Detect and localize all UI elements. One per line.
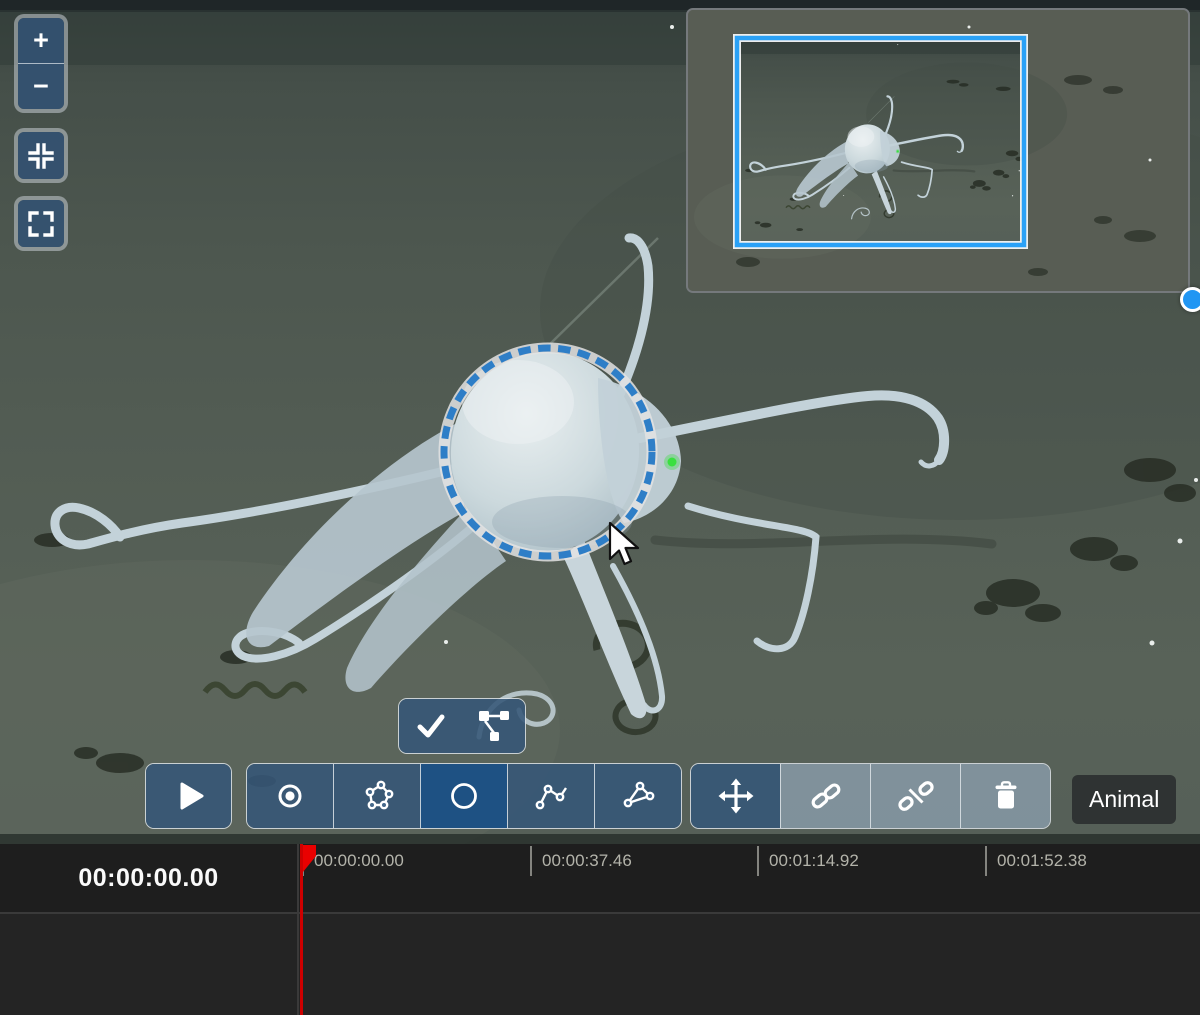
triangle-nodes-icon bbox=[618, 776, 658, 816]
track-annotation-button[interactable] bbox=[462, 699, 525, 753]
edit-action-group bbox=[690, 763, 1051, 829]
ruler-tick bbox=[757, 846, 759, 876]
polygon-tool-button[interactable] bbox=[333, 764, 420, 828]
circle-icon bbox=[444, 776, 484, 816]
play-icon bbox=[169, 776, 209, 816]
annotation-confirm-popup bbox=[398, 698, 526, 754]
ruler-tick bbox=[530, 846, 532, 876]
ruler-tick bbox=[985, 846, 987, 876]
delete-button[interactable] bbox=[960, 764, 1050, 828]
play-control bbox=[145, 763, 232, 829]
circle-tool-button[interactable] bbox=[420, 764, 507, 828]
fullscreen-control bbox=[14, 196, 68, 251]
link-icon bbox=[806, 776, 846, 816]
move-button[interactable] bbox=[691, 764, 780, 828]
tick-label: 00:00:00.00 bbox=[314, 851, 404, 871]
expand-button[interactable] bbox=[18, 200, 64, 247]
playhead-flag-icon bbox=[303, 845, 319, 873]
ruler-divider bbox=[0, 912, 1200, 914]
move-arrows-icon bbox=[716, 776, 756, 816]
zoom-in-button[interactable]: + bbox=[18, 18, 64, 63]
closed-polyline-tool-button[interactable] bbox=[594, 764, 681, 828]
check-icon bbox=[411, 706, 451, 746]
polygon-icon bbox=[357, 776, 397, 816]
tick-label: 00:01:52.38 bbox=[997, 851, 1087, 871]
timeline: 00:00:00.00 00:00:00.00 00:00:37.46 00:0… bbox=[0, 844, 1200, 1015]
minimap[interactable] bbox=[686, 8, 1190, 293]
track-nodes-icon bbox=[474, 706, 514, 746]
timeline-tracks[interactable] bbox=[0, 914, 1200, 1015]
fit-view-control bbox=[14, 128, 68, 183]
trash-icon bbox=[986, 776, 1026, 816]
dot-circle-icon bbox=[270, 776, 310, 816]
panel-divider bbox=[297, 844, 299, 1015]
current-time: 00:00:00.00 bbox=[78, 864, 218, 893]
polyline-tool-button[interactable] bbox=[507, 764, 594, 828]
compress-button[interactable] bbox=[18, 132, 64, 179]
video-canvas[interactable]: + − bbox=[0, 0, 1200, 844]
video-annotation-app: + − bbox=[0, 0, 1200, 1015]
polyline-icon bbox=[531, 776, 571, 816]
unlink-icon bbox=[896, 776, 936, 816]
play-button[interactable] bbox=[146, 764, 231, 828]
zoom-out-button[interactable]: − bbox=[18, 63, 64, 109]
tick-label: 00:01:14.92 bbox=[769, 851, 859, 871]
current-time-panel: 00:00:00.00 bbox=[0, 844, 297, 912]
zoom-control-group: + − bbox=[14, 14, 68, 113]
annotation-label-tag: Animal bbox=[1072, 775, 1176, 824]
confirm-annotation-button[interactable] bbox=[399, 699, 462, 753]
minimap-resize-handle[interactable] bbox=[1180, 287, 1200, 312]
unlink-button[interactable] bbox=[870, 764, 960, 828]
minimap-frame bbox=[688, 10, 1188, 291]
point-tool-button[interactable] bbox=[247, 764, 333, 828]
compress-icon bbox=[25, 140, 57, 172]
tick-label: 00:00:37.46 bbox=[542, 851, 632, 871]
playhead[interactable] bbox=[300, 844, 303, 1015]
link-button[interactable] bbox=[780, 764, 870, 828]
shape-tool-group bbox=[246, 763, 682, 829]
expand-icon bbox=[25, 208, 57, 240]
